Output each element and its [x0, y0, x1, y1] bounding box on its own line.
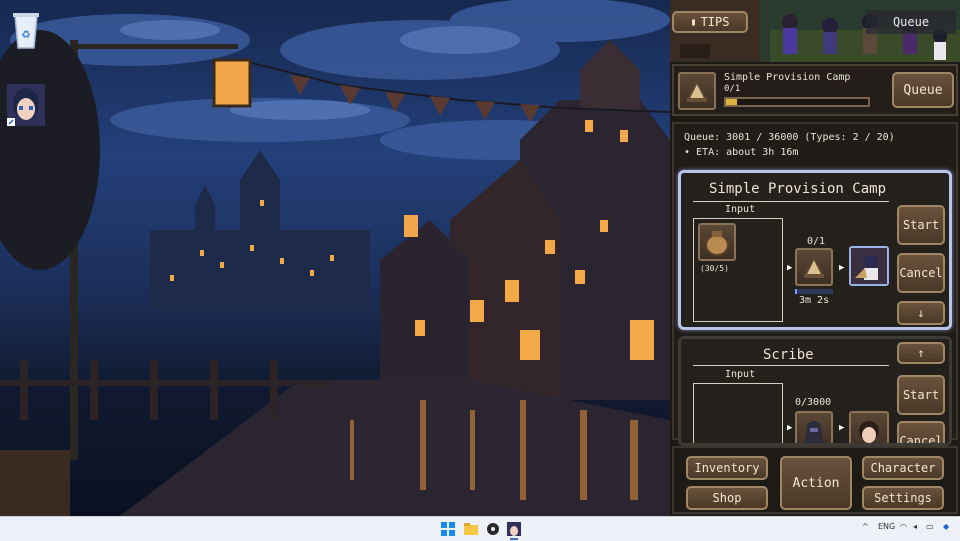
character-label: Character: [870, 461, 936, 475]
action-label: Action: [792, 475, 840, 491]
worker-slot[interactable]: [849, 411, 889, 443]
output-item-slot[interactable]: [795, 411, 833, 443]
card-title-underline: [693, 365, 889, 366]
cancel-button-label: Cancel: [899, 266, 943, 280]
network-icon[interactable]: ◠: [900, 522, 907, 531]
card-title-underline: [693, 201, 889, 202]
queue-summary-line: Queue: 3001 / 36000 (Types: 2 / 20): [684, 132, 895, 143]
notification-icon[interactable]: ◆: [943, 522, 949, 531]
move-down-button[interactable]: ↓: [897, 301, 945, 325]
worker-slot[interactable]: [849, 246, 889, 286]
cancel-button-label: Cancel: [899, 434, 943, 446]
worker-portrait-icon: [851, 248, 887, 284]
tray-text: ENG: [878, 522, 896, 531]
current-task-bar: Simple Provision Camp 0/1 Queue: [672, 64, 958, 116]
queue-button[interactable]: Queue: [892, 72, 954, 108]
desktop-wallpaper: ♻: [0, 0, 670, 516]
night-town-scene: [0, 0, 670, 516]
cancel-button[interactable]: Cancel: [897, 421, 945, 446]
lightbulb-icon: ▮: [690, 16, 697, 28]
arrow-up-icon: ↑: [917, 346, 925, 360]
queue-tab-label: Queue: [892, 15, 930, 29]
settings-button[interactable]: Settings: [862, 486, 944, 510]
current-task-count: 0/1: [724, 84, 741, 94]
card-time-remaining: 3m 2s: [799, 295, 830, 306]
game-icon[interactable]: [506, 521, 522, 540]
queue-eta-line: • ETA: about 3h 16m: [684, 147, 799, 158]
flow-arrow-icon: ▶: [839, 423, 845, 433]
tips-label: TIPS: [700, 15, 730, 29]
card-input-box: (30/5): [693, 218, 783, 322]
game-character-shortcut-icon[interactable]: [4, 80, 48, 130]
tips-button[interactable]: ▮ TIPS: [672, 11, 748, 33]
worker-portrait-icon: [859, 421, 879, 443]
input-item-count: (30/5): [700, 264, 729, 273]
inventory-label: Inventory: [694, 461, 760, 475]
provision-bag-icon: [686, 79, 708, 102]
move-up-button[interactable]: ↑: [897, 342, 945, 364]
file-explorer-icon[interactable]: [463, 521, 479, 537]
start-button[interactable]: Start: [897, 375, 945, 415]
hooded-figure-icon: [805, 421, 823, 443]
recycle-bin-icon[interactable]: ♻: [4, 4, 48, 54]
svg-text:♻: ♻: [22, 26, 31, 42]
current-task-title: Simple Provision Camp: [724, 72, 851, 83]
windows-start-icon[interactable]: [440, 521, 456, 537]
input-item-slot[interactable]: [698, 223, 736, 261]
taskbar: ^ ENG ◠ ◂ ▭ ◆: [0, 516, 960, 541]
queue-card-scribe: Scribe ↑ Input ▶ 0/3000 ▶ Start Cancel: [678, 336, 952, 446]
bottom-nav: Inventory Shop Action Character Settings: [672, 446, 958, 514]
tray-chevron-icon[interactable]: ^: [862, 522, 869, 531]
supply-sack-icon: [705, 231, 729, 256]
card-title: Scribe: [763, 347, 814, 363]
cancel-button[interactable]: Cancel: [897, 253, 945, 293]
card-input-label: Input: [725, 204, 756, 215]
current-task-progress-fill: [726, 99, 738, 105]
card-progress-fill: [795, 289, 797, 294]
card-input-box: [693, 383, 783, 443]
start-button-label: Start: [902, 388, 940, 402]
queue-tab[interactable]: Queue: [866, 10, 956, 34]
start-button-label: Start: [902, 218, 940, 232]
settings-label: Settings: [874, 491, 932, 505]
flow-arrow-icon: ▶: [787, 423, 793, 433]
current-task-icon-slot: [678, 72, 716, 110]
card-input-label: Input: [725, 369, 756, 380]
app-icon[interactable]: [485, 521, 501, 537]
queue-button-label: Queue: [903, 82, 943, 98]
queue-card-provision-camp: Simple Provision Camp Input (30/5) ▶ 0/1…: [678, 170, 952, 330]
header-banner: ▮ TIPS Queue: [670, 0, 960, 62]
queue-list-panel: Queue: 3001 / 36000 (Types: 2 / 20) • ET…: [672, 122, 958, 446]
card-title: Simple Provision Camp: [709, 181, 887, 197]
card-progress-track: [795, 289, 833, 294]
current-task-progress-track: [724, 97, 870, 107]
shop-button[interactable]: Shop: [686, 486, 768, 510]
start-button[interactable]: Start: [897, 205, 945, 245]
flow-arrow-icon: ▶: [787, 263, 793, 273]
card-output-count: 0/1: [807, 236, 826, 247]
game-panel: ▮ TIPS Queue Simple Provision Camp 0/1 Q…: [670, 0, 960, 516]
arrow-down-icon: ↓: [917, 306, 925, 320]
action-button[interactable]: Action: [780, 456, 852, 510]
flow-arrow-icon: ▶: [839, 263, 845, 273]
output-item-slot[interactable]: [795, 248, 833, 286]
inventory-button[interactable]: Inventory: [686, 456, 768, 480]
card-output-count: 0/3000: [795, 397, 832, 408]
battery-icon[interactable]: ▭: [926, 522, 934, 531]
character-button[interactable]: Character: [862, 456, 944, 480]
shop-label: Shop: [712, 491, 742, 505]
provision-bag-icon: [803, 255, 825, 278]
volume-icon[interactable]: ◂: [913, 522, 917, 531]
